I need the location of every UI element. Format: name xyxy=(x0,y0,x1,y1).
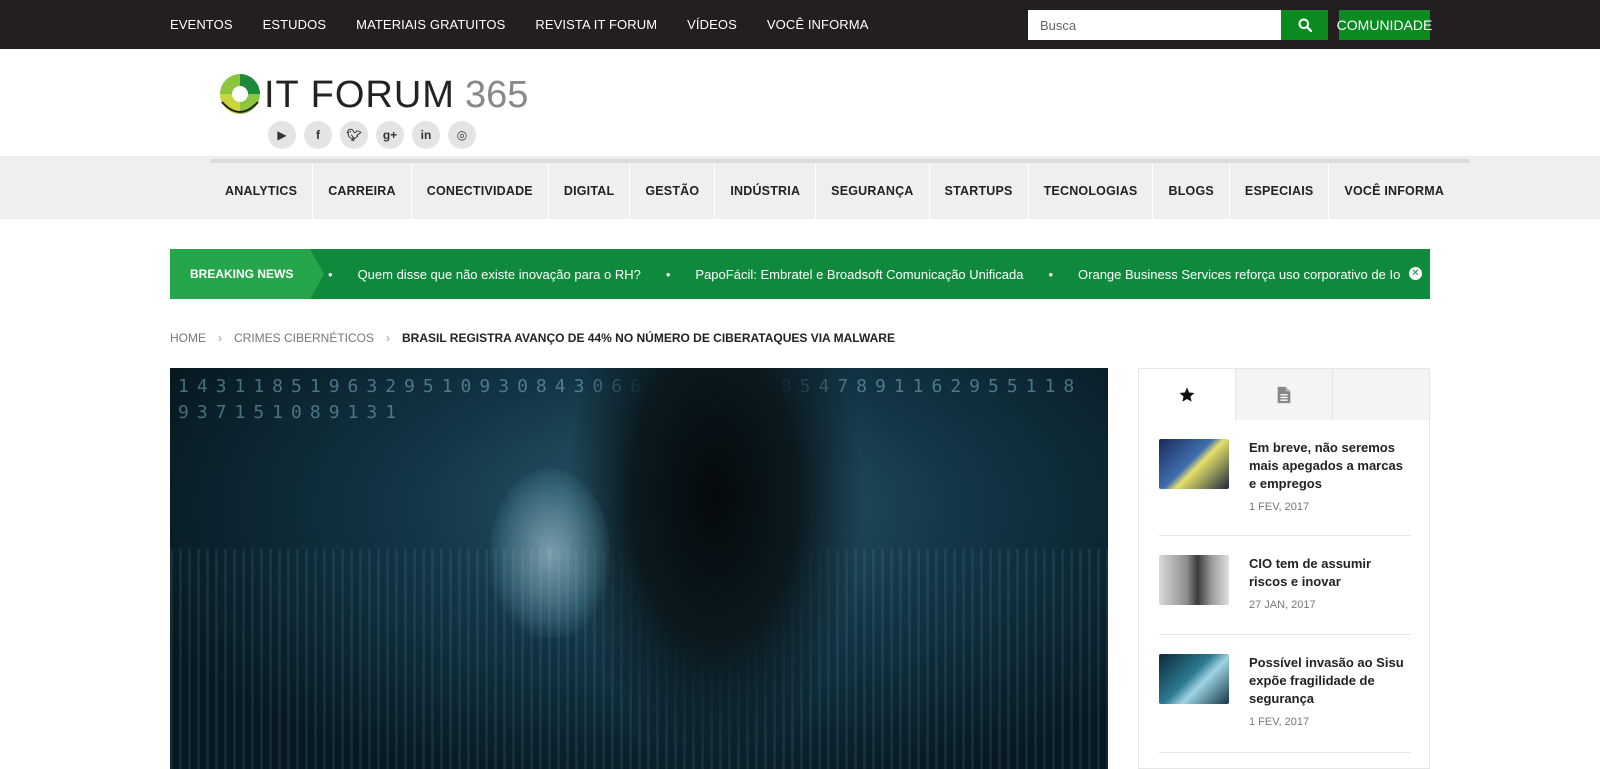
post-thumbnail[interactable] xyxy=(1159,555,1229,605)
post-divider xyxy=(1159,634,1411,635)
topnav-revista-it-forum[interactable]: REVISTA IT FORUM xyxy=(535,17,657,32)
breadcrumb-category[interactable]: CRIMES CIBERNÉTICOS xyxy=(234,331,374,345)
ticker-item[interactable]: Quem disse que não existe inovação para … xyxy=(358,267,641,282)
twitter-icon[interactable]: 🐦︎ xyxy=(340,121,368,149)
ticker-item[interactable]: Orange Business Services reforça uso cor… xyxy=(1078,267,1400,282)
ticker-bullet: • xyxy=(665,266,671,282)
sidebar-post[interactable]: Possível invasão ao Sisu expõe fragilida… xyxy=(1159,654,1411,728)
document-icon xyxy=(1277,386,1291,403)
post-info: Possível invasão ao Sisu expõe fragilida… xyxy=(1249,654,1411,728)
nav-analytics[interactable]: ANALYTICS xyxy=(210,163,314,219)
nav-voce-informa[interactable]: VOCÊ INFORMA xyxy=(1329,163,1459,219)
topnav-voce-informa[interactable]: VOCÊ INFORMA xyxy=(767,17,869,32)
nav-seguranca[interactable]: SEGURANÇA xyxy=(816,163,930,219)
breaking-news-bar: BREAKING NEWS • Quem disse que não exist… xyxy=(170,249,1430,299)
ticker-bullet: • xyxy=(328,266,333,282)
hero-hooded-figure xyxy=(565,368,865,769)
site-logo[interactable]: IT FORUM 365 xyxy=(218,70,528,120)
post-date: 27 JAN, 2017 xyxy=(1249,599,1316,611)
tab-empty xyxy=(1333,369,1429,420)
google-plus-icon[interactable]: g+ xyxy=(376,121,404,149)
community-button[interactable]: COMUNIDADE xyxy=(1337,10,1432,40)
topnav-videos[interactable]: VÍDEOS xyxy=(687,17,737,32)
star-icon xyxy=(1179,387,1195,402)
close-icon[interactable]: ✕ xyxy=(1409,267,1422,280)
post-divider xyxy=(1159,752,1411,753)
logo-mark-icon xyxy=(220,74,260,114)
post-title[interactable]: Em breve, não seremos mais apegados a ma… xyxy=(1249,439,1411,493)
nav-startups[interactable]: STARTUPS xyxy=(930,163,1029,219)
search-button[interactable] xyxy=(1281,10,1328,40)
breaking-news-label: BREAKING NEWS xyxy=(170,249,310,299)
nav-gestao[interactable]: GESTÃO xyxy=(630,163,716,219)
sidebar-post[interactable]: Em breve, não seremos mais apegados a ma… xyxy=(1159,439,1411,513)
news-ticker: • Quem disse que não existe inovação par… xyxy=(328,249,1400,299)
post-title[interactable]: Possível invasão ao Sisu expõe fragilida… xyxy=(1249,654,1411,708)
sidebar-post[interactable]: CIO tem de assumir riscos e inovar 27 JA… xyxy=(1159,555,1411,611)
logo-number: 365 xyxy=(464,73,529,116)
post-date: 1 FEV, 2017 xyxy=(1249,716,1310,728)
sidebar-tabs xyxy=(1139,369,1429,421)
post-divider xyxy=(1159,535,1411,536)
breadcrumb-current: BRASIL REGISTRA AVANÇO DE 44% NO NÚMERO … xyxy=(402,331,895,345)
facebook-icon[interactable]: f xyxy=(304,121,332,149)
nav-industria[interactable]: INDÚSTRIA xyxy=(715,163,817,219)
search-input[interactable] xyxy=(1028,10,1281,40)
social-links: ▶ f 🐦︎ g+ in ◎ xyxy=(268,121,484,149)
main-nav: ANALYTICS CARREIRA CONECTIVIDADE DIGITAL… xyxy=(210,163,1459,219)
youtube-icon[interactable]: ▶ xyxy=(268,121,296,149)
nav-conectividade[interactable]: CONECTIVIDADE xyxy=(412,163,549,219)
topnav-eventos[interactable]: EVENTOS xyxy=(170,17,233,32)
post-date: 1 FEV, 2017 xyxy=(1249,501,1310,513)
post-thumbnail[interactable] xyxy=(1159,654,1229,704)
breaking-news-arrow xyxy=(310,249,324,299)
top-bar: EVENTOS ESTUDOS MATERIAIS GRATUITOS REVI… xyxy=(0,0,1600,49)
nav-carreira[interactable]: CARREIRA xyxy=(313,163,412,219)
post-title[interactable]: CIO tem de assumir riscos e inovar xyxy=(1249,555,1411,591)
nav-especiais[interactable]: ESPECIAIS xyxy=(1230,163,1330,219)
post-info: Em breve, não seremos mais apegados a ma… xyxy=(1249,439,1411,513)
top-nav: EVENTOS ESTUDOS MATERIAIS GRATUITOS REVI… xyxy=(170,0,898,49)
instagram-icon[interactable]: ◎ xyxy=(448,121,476,149)
tab-popular[interactable] xyxy=(1139,369,1236,421)
post-info: CIO tem de assumir riscos e inovar 27 JA… xyxy=(1249,555,1411,611)
search-icon xyxy=(1298,18,1312,32)
linkedin-icon[interactable]: in xyxy=(412,121,440,149)
ticker-bullet: • xyxy=(1048,266,1054,282)
sidebar-widget: Em breve, não seremos mais apegados a ma… xyxy=(1138,368,1430,769)
chevron-right-icon: › xyxy=(386,331,391,345)
hero-hand xyxy=(490,468,610,638)
chevron-right-icon: › xyxy=(218,331,222,345)
topnav-estudos[interactable]: ESTUDOS xyxy=(263,17,327,32)
ticker-item[interactable]: PapoFácil: Embratel e Broadsoft Comunica… xyxy=(695,267,1023,282)
nav-blogs[interactable]: BLOGS xyxy=(1153,163,1230,219)
topnav-materiais-gratuitos[interactable]: MATERIAIS GRATUITOS xyxy=(356,17,505,32)
post-thumbnail[interactable] xyxy=(1159,439,1229,489)
logo-text: IT FORUM xyxy=(264,73,455,116)
nav-tecnologias[interactable]: TECNOLOGIAS xyxy=(1029,163,1154,219)
breadcrumb: HOME › CRIMES CIBERNÉTICOS › BRASIL REGI… xyxy=(170,331,895,345)
article-hero-image: 1431185196329510930843066362 66185478911… xyxy=(170,368,1108,769)
tab-recent[interactable] xyxy=(1236,369,1333,420)
nav-digital[interactable]: DIGITAL xyxy=(549,163,631,219)
breadcrumb-home[interactable]: HOME xyxy=(170,331,206,345)
